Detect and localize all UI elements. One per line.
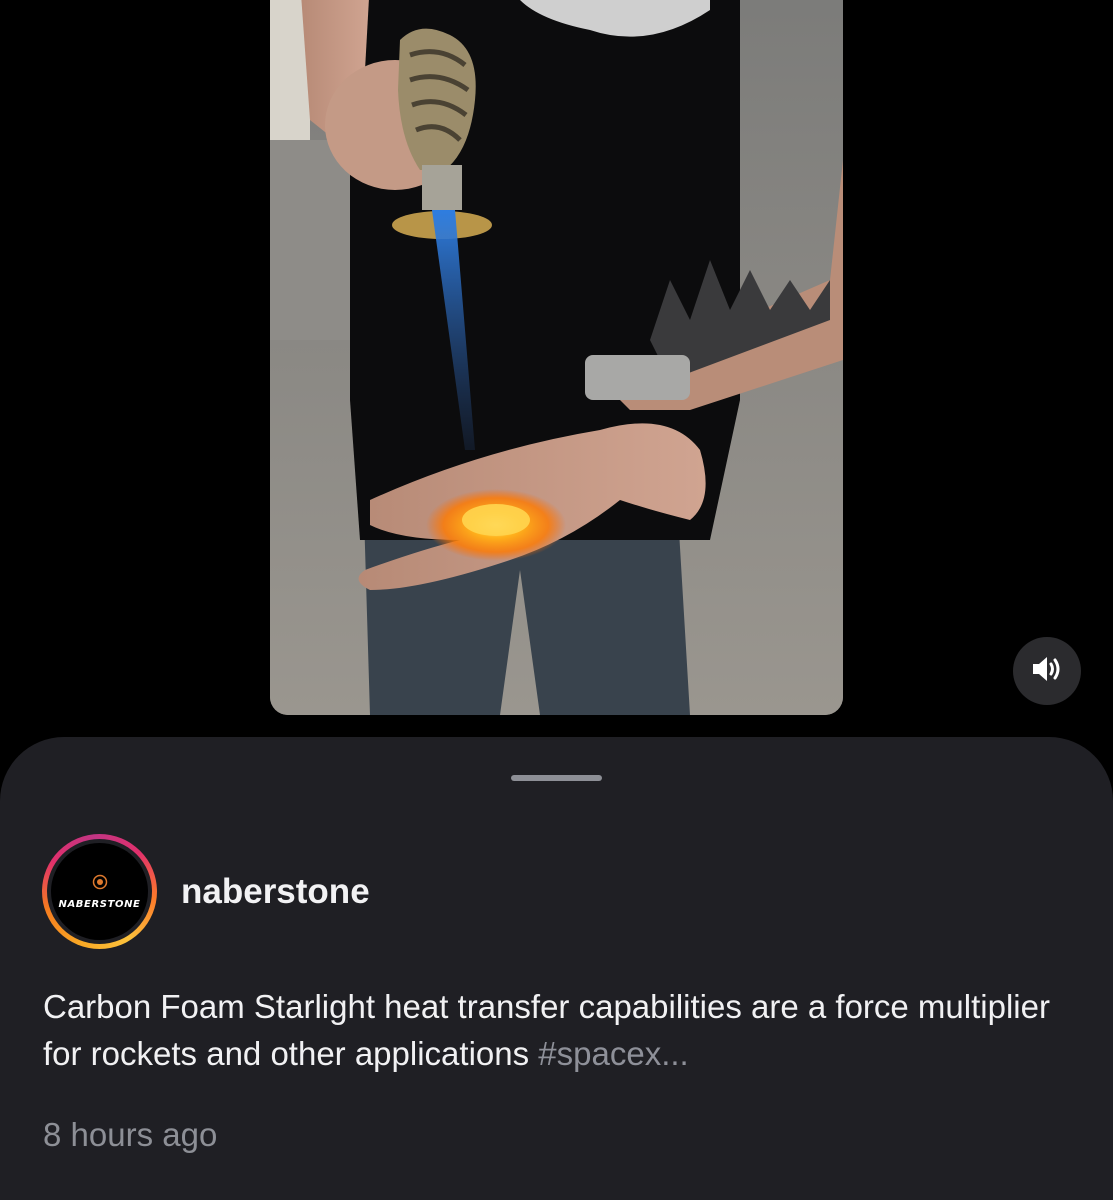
story-ring-gap: NABERSTONE [47,839,152,944]
caption-more-ellipsis[interactable]: ... [661,1035,689,1072]
sheet-drag-handle[interactable] [511,775,602,781]
avatar[interactable]: NABERSTONE [51,843,148,940]
video-frame-illustration [270,0,843,715]
post-caption[interactable]: Carbon Foam Starlight heat transfer capa… [43,983,1083,1077]
video-player[interactable] [270,0,843,715]
avatar-logo-text: NABERSTONE [58,898,141,910]
username-link[interactable]: naberstone [181,872,370,912]
caption-hashtag[interactable]: #spacex [538,1035,661,1072]
post-timestamp: 8 hours ago [43,1116,218,1153]
reel-screen: NABERSTONE naberstone Carbon Foam Starli… [0,0,1113,1200]
post-info-sheet: NABERSTONE naberstone Carbon Foam Starli… [0,737,1113,1200]
story-ring[interactable]: NABERSTONE [42,834,157,949]
speaker-on-icon [1030,654,1064,689]
sound-toggle-button[interactable] [1013,637,1081,705]
naberstone-logo-icon [92,874,108,895]
